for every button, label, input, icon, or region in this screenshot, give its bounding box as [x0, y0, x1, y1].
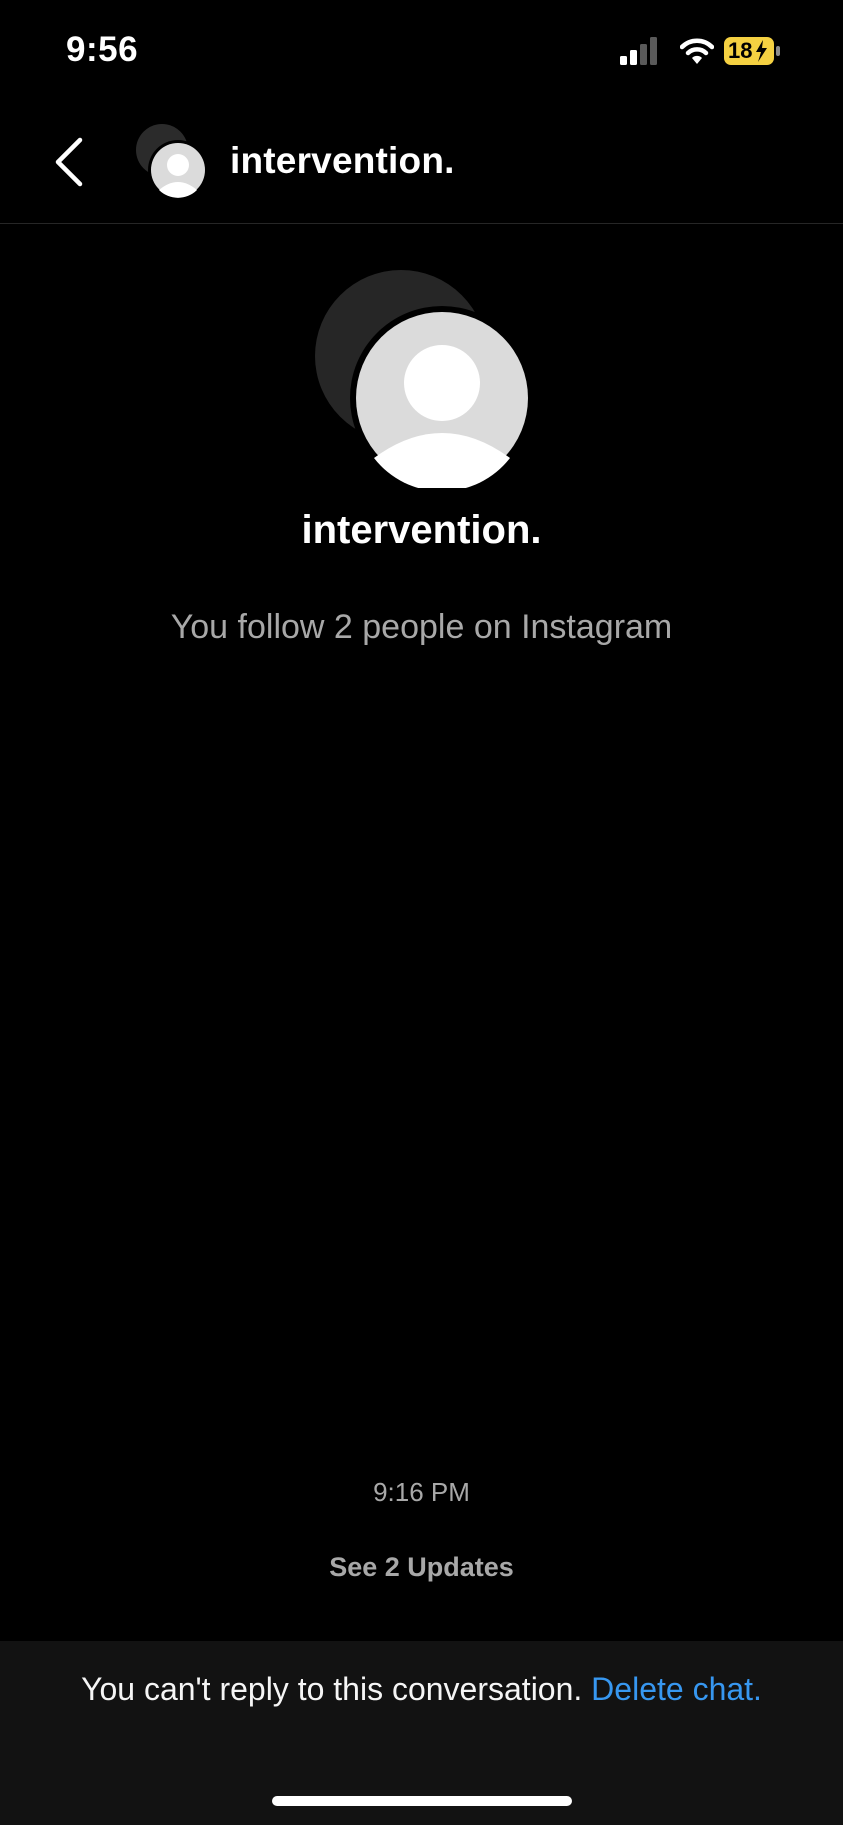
see-updates-button[interactable]: See 2 Updates — [0, 1552, 843, 1583]
footer-text: You can't reply to this conversation. De… — [0, 1671, 843, 1708]
cannot-reply-message: You can't reply to this conversation. — [81, 1671, 583, 1707]
status-time: 9:56 — [66, 30, 139, 69]
chevron-left-icon — [55, 137, 83, 187]
header-title[interactable]: intervention. — [230, 140, 455, 182]
home-indicator — [272, 1796, 572, 1806]
group-avatar-small[interactable] — [132, 124, 212, 204]
back-button[interactable] — [44, 134, 96, 190]
battery-level: 18 — [728, 38, 753, 63]
profile-subtitle: You follow 2 people on Instagram — [170, 608, 673, 646]
profile-name: intervention. — [301, 508, 542, 552]
delete-chat-link[interactable]: Delete chat. — [591, 1671, 762, 1707]
chat-header: intervention. — [0, 100, 843, 224]
signal-icon — [620, 37, 657, 65]
wifi-icon — [680, 38, 714, 64]
message-timestamp: 9:16 PM — [373, 1477, 470, 1507]
profile-avatar — [315, 270, 532, 488]
status-bar: 9:56 18 — [0, 0, 843, 100]
